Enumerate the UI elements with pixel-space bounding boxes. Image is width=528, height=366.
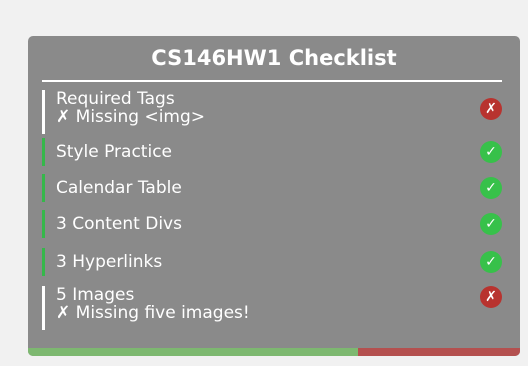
checklist-title: CS146HW1 Checklist [151,46,397,70]
check-icon: ✓ [480,251,502,273]
item-detail: ✗ Missing five images! [56,303,250,323]
item-label: 5 Images [56,285,135,305]
item-label: Calendar Table [56,178,182,198]
item-detail: ✗ Missing <img> [56,107,206,127]
item-label: 3 Hyperlinks [56,252,163,272]
item-indicator-bar [42,248,45,276]
checklist-item-hyperlinks: 3 Hyperlinks ✓ [42,248,502,276]
item-indicator-bar [42,90,45,134]
item-label: Required Tags [56,89,175,109]
checklist-item-calendar-table: Calendar Table ✓ [42,174,502,202]
check-icon: ✓ [480,177,502,199]
item-label: Style Practice [56,142,173,162]
checklist-item-required-tags: Required Tags ✗ Missing <img> ✗ [42,90,502,134]
checklist-item-images: 5 Images ✗ Missing five images! ✗ [42,286,502,330]
item-indicator-bar [42,138,45,166]
item-label: 3 Content Divs [56,214,182,234]
progress-pass-segment [28,348,358,356]
fail-icon: ✗ [480,98,502,120]
progress-bar [28,348,520,356]
fail-icon: ✗ [480,286,502,308]
title-divider [42,80,502,82]
checklist-panel: CS146HW1 Checklist Required Tags ✗ Missi… [28,36,520,356]
checklist-item-content-divs: 3 Content Divs ✓ [42,210,502,238]
item-indicator-bar [42,210,45,238]
check-icon: ✓ [480,141,502,163]
progress-fail-segment [357,348,520,356]
checklist-item-style-practice: Style Practice ✓ [42,138,502,166]
item-indicator-bar [42,174,45,202]
item-indicator-bar [42,286,45,330]
check-icon: ✓ [480,213,502,235]
